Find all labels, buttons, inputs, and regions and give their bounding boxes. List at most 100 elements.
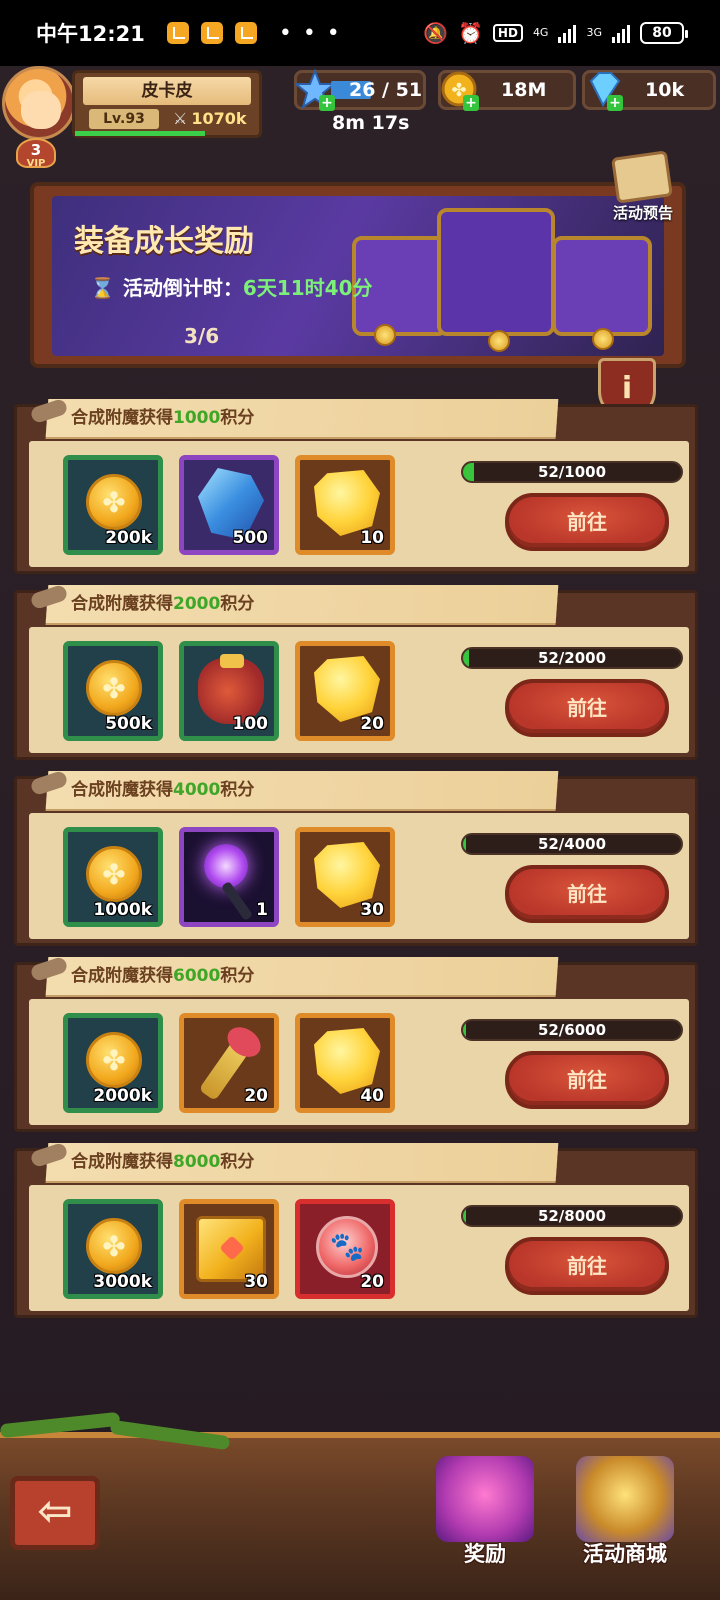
reward-slot[interactable]: 40 [295,1013,395,1113]
reward-slot[interactable]: 100 [179,641,279,741]
gems-resource[interactable]: + 10k [582,70,716,111]
add-gems-icon[interactable]: + [607,95,623,111]
battery-level: 80 [652,25,672,41]
task-card: 合成附魔获得6000积分 ✤ 2000k 20 40 52/6000 前往 [14,955,698,1132]
progress-text: 52/2000 [537,649,607,667]
vip-level: 3 [30,141,42,159]
reward-slot[interactable]: 30 [295,827,395,927]
progress-text: 52/8000 [537,1207,607,1225]
signal-icon [558,23,577,43]
reward-slot[interactable]: ✤ 1000k [63,827,163,927]
event-preview-label: 活动预告 [612,204,673,222]
vip-label: VIP [26,158,46,169]
task-title-prefix: 合成附魔获得 [71,966,173,986]
reward-qty: 20 [244,1086,268,1106]
reward-slot[interactable]: 30 [179,1199,279,1299]
reward-qty: 20 [360,1272,384,1292]
go-button[interactable]: 前往 [505,493,669,551]
mute-icon: 🔕 [423,21,449,45]
task-body: ✤ 500k 100 20 52/2000 前往 [29,627,689,753]
notification-icon [234,22,257,44]
treasure-chest-icon [552,236,652,336]
coins-resource[interactable]: ✤ + 18M [438,70,576,111]
task-title-suffix: 积分 [220,1152,255,1172]
player-info-plate[interactable]: 皮卡皮 Lv.93 ⚔ 1070k [72,70,262,138]
player-level: Lv.93 [89,109,159,129]
reward-qty: 100 [232,714,269,734]
reward-slot[interactable]: 20 [179,1013,279,1113]
reward-qty: 500 [232,528,269,548]
task-title-prefix: 合成附魔获得 [71,780,173,800]
task-progress-bar: 52/6000 [461,1019,683,1041]
event-banner: 装备成长奖励 ⌛ 活动倒计时：6天11时40分 3/6 [30,182,686,368]
go-button[interactable]: 前往 [505,1237,669,1295]
notification-icon [166,22,189,44]
go-button[interactable]: 前往 [505,679,669,737]
reward-slot[interactable]: 10 [295,455,395,555]
status-time: 中午12:21 [36,22,145,46]
event-shop-tab[interactable]: 活动商城 [560,1446,690,1572]
countdown-label: 活动倒计时： [122,276,243,300]
task-title: 合成附魔获得1000积分 [71,405,254,431]
reward-slot[interactable]: 500 [179,455,279,555]
notification-icon [200,22,223,44]
gems-value: 10k [645,79,685,101]
xp-bar [75,131,205,136]
task-title-number: 6000 [173,966,221,986]
coin-pile-icon [592,328,614,350]
task-title-number: 4000 [173,780,221,800]
progress-text: 52/6000 [537,1021,607,1039]
reward-slot[interactable]: 🐾 20 [295,1199,395,1299]
task-title-prefix: 合成附魔获得 [71,1152,173,1172]
vip-badge[interactable]: 3 VIP [16,138,56,169]
power-value: 1070k [191,109,247,128]
task-body: ✤ 200k 500 10 52/1000 前往 [29,441,689,567]
back-button[interactable]: ⇦ [10,1476,100,1550]
reward-slot[interactable]: ✤ 3000k [63,1199,163,1299]
player-avatar[interactable] [2,66,76,140]
hd-icon: HD [492,24,523,42]
reward-slot[interactable]: ✤ 200k [63,455,163,555]
energy-timer: 8m 17s [332,112,410,134]
task-body: ✤ 3000k 30 🐾 20 52/8000 前往 [29,1185,689,1311]
go-button[interactable]: 前往 [505,865,669,923]
reward-slot[interactable]: ✤ 2000k [63,1013,163,1113]
coin-pile-icon [374,324,396,346]
status-bar: 中午12:21 • • • 🔕 ⏰ HD 4G 3G 80 [0,0,720,66]
reward-slot[interactable]: 20 [295,641,395,741]
task-title-suffix: 积分 [220,408,255,428]
reward-qty: 1000k [93,900,152,920]
gold-ore-icon [314,842,380,908]
reward-qty: 10 [360,528,384,548]
task-title-suffix: 积分 [220,594,255,614]
coin-icon: ✤ [86,1218,142,1274]
rewards-label: 奖励 [464,1542,506,1566]
reward-slot[interactable]: 1 [179,827,279,927]
task-title: 合成附魔获得2000积分 [71,591,254,617]
lightning-staff-icon [204,844,248,888]
coins-value: 18M [501,79,547,101]
reward-qty: 40 [360,1086,384,1106]
event-preview-button[interactable]: 活动预告 [598,150,688,228]
task-progress-bar: 52/4000 [461,833,683,855]
task-title-number: 8000 [173,1152,221,1172]
treasure-chest-icon [437,208,555,336]
coin-icon: ✤ [86,474,142,530]
task-title-prefix: 合成附魔获得 [71,408,173,428]
task-title-number: 1000 [173,408,221,428]
reward-slot[interactable]: ✤ 500k [63,641,163,741]
progress-text: 52/1000 [537,463,607,481]
reward-qty: 2000k [93,1086,152,1106]
stars-resource[interactable]: + 26 / 51 [294,69,426,111]
add-coins-icon[interactable]: + [463,95,479,111]
coin-icon: ✤ [86,1032,142,1088]
hourglass-icon: ⌛ [90,276,115,300]
rewards-tab[interactable]: 奖励 [420,1446,550,1572]
go-button[interactable]: 前往 [505,1051,669,1109]
task-title-suffix: 积分 [220,780,255,800]
task-progress-bar: 52/8000 [461,1205,683,1227]
task-card: 合成附魔获得8000积分 ✤ 3000k 30 🐾 20 52/8000 前往 [14,1141,698,1318]
player-name: 皮卡皮 [83,77,251,105]
add-stars-icon[interactable]: + [319,95,335,111]
reward-qty: 500k [105,714,152,734]
